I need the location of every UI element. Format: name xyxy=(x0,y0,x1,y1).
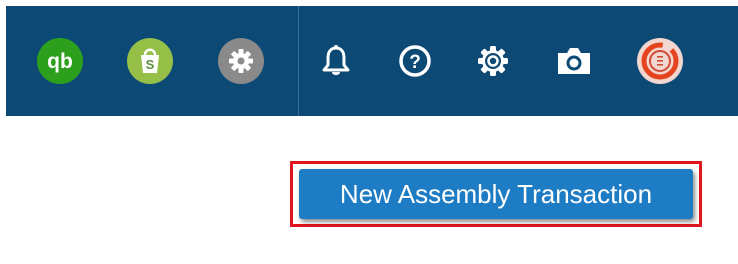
user-avatar-button[interactable] xyxy=(636,37,684,85)
new-assembly-transaction-button[interactable]: New Assembly Transaction xyxy=(299,169,693,219)
topbar-divider xyxy=(298,6,299,116)
notifications-button[interactable] xyxy=(312,37,360,85)
quickbooks-button[interactable]: qb xyxy=(36,37,84,85)
svg-text:?: ? xyxy=(409,52,421,73)
settings-button[interactable] xyxy=(469,37,517,85)
help-icon: ? xyxy=(399,45,431,77)
quickbooks-icon: qb xyxy=(37,38,83,84)
shopify-icon: S xyxy=(127,38,173,84)
app-window: qb S ? New Assembly Transaction xyxy=(0,0,738,264)
avatar xyxy=(637,38,683,84)
highlight-box: New Assembly Transaction xyxy=(290,161,702,227)
app-settings-button[interactable] xyxy=(217,37,265,85)
gear-icon xyxy=(478,46,508,76)
svg-text:qb: qb xyxy=(47,50,73,73)
svg-text:S: S xyxy=(146,57,155,72)
top-navigation-bar: qb S ? xyxy=(6,6,738,116)
help-button[interactable]: ? xyxy=(391,37,439,85)
camera-icon xyxy=(558,48,590,74)
shopify-button[interactable]: S xyxy=(126,37,174,85)
screenshot-button[interactable] xyxy=(550,37,598,85)
app-settings-icon xyxy=(218,38,264,84)
bell-icon xyxy=(322,45,350,75)
main-content: New Assembly Transaction xyxy=(0,116,738,264)
